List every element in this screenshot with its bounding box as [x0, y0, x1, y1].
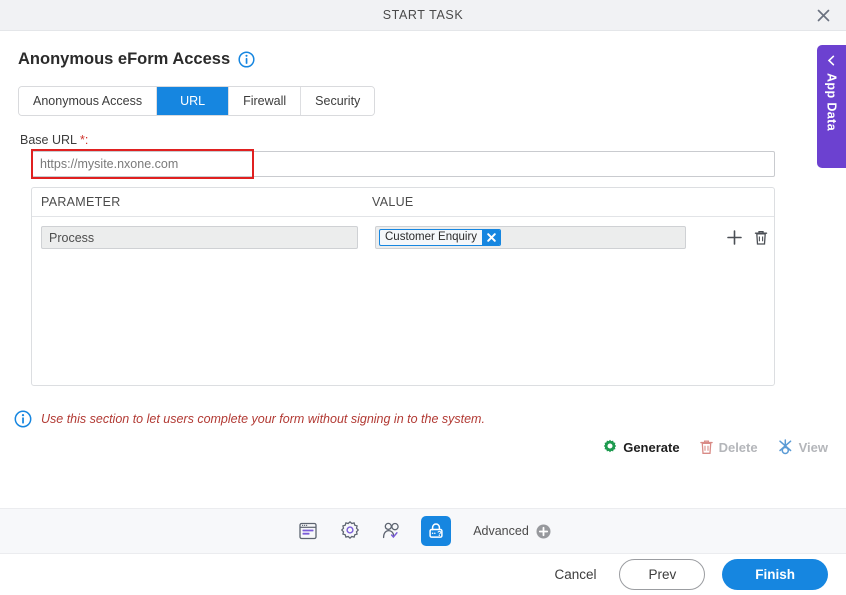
parameter-table-panel: PARAMETER VALUE Customer Enquiry — [31, 187, 775, 386]
base-url-input[interactable] — [32, 151, 775, 177]
delete-label: Delete — [718, 439, 758, 455]
trash-icon[interactable] — [753, 229, 769, 246]
dialog-title: START TASK — [382, 8, 464, 22]
app-data-label: App Data — [824, 73, 839, 132]
svg-text:?: ? — [437, 529, 442, 538]
value-chip-label: Customer Enquiry — [385, 230, 478, 243]
tab-url[interactable]: URL — [157, 87, 230, 115]
tab-strip: Anonymous Access URL Firewall Security — [18, 86, 376, 116]
gear-icon[interactable] — [337, 518, 363, 544]
prev-button[interactable]: Prev — [619, 559, 706, 590]
base-url-label-text: Base URL — [20, 133, 77, 147]
tab-security[interactable]: Security — [301, 87, 375, 115]
info-circle-icon[interactable] — [238, 51, 255, 68]
close-icon[interactable] — [810, 2, 836, 28]
view-button[interactable]: View — [777, 439, 828, 455]
user-check-icon[interactable] — [379, 518, 405, 544]
info-note: Use this section to let users complete y… — [14, 410, 846, 428]
chevron-left-icon — [825, 54, 838, 67]
advanced-label: Advanced — [473, 524, 529, 538]
advanced-toggle[interactable]: Advanced — [473, 524, 551, 539]
column-header-value: VALUE — [372, 195, 414, 209]
parameter-name-input[interactable] — [41, 226, 358, 249]
generate-button[interactable]: Generate — [602, 439, 680, 455]
dialog-titlebar: START TASK — [0, 0, 846, 31]
lock-question-icon[interactable]: ? — [421, 516, 452, 546]
bottom-toolbar: ? Advanced — [0, 508, 846, 554]
tab-anonymous-access[interactable]: Anonymous Access — [19, 87, 158, 115]
section-header: Anonymous eForm Access — [0, 31, 846, 69]
generate-label: Generate — [623, 439, 680, 455]
dialog-footer: Cancel Prev Finish — [0, 554, 846, 595]
page-title: Anonymous eForm Access — [18, 50, 231, 68]
plus-icon[interactable] — [726, 229, 743, 246]
trash-icon — [699, 439, 714, 455]
view-label: View — [798, 439, 828, 455]
parameter-value-field[interactable]: Customer Enquiry — [375, 226, 686, 249]
form-icon[interactable] — [295, 518, 321, 544]
parameter-table-header: PARAMETER VALUE — [32, 188, 774, 217]
info-circle-icon — [14, 410, 32, 428]
app-data-panel-tab[interactable]: App Data — [817, 45, 846, 168]
row-action-group — [726, 229, 769, 246]
column-header-parameter: PARAMETER — [41, 195, 121, 209]
finish-button[interactable]: Finish — [722, 559, 828, 590]
base-url-field-wrapper — [31, 149, 775, 179]
delete-button[interactable]: Delete — [699, 439, 758, 455]
action-link-group: Generate Delete View — [0, 439, 828, 455]
required-marker: *: — [80, 133, 89, 147]
cancel-button[interactable]: Cancel — [548, 563, 602, 586]
view-icon — [777, 439, 794, 455]
base-url-label: Base URL *: — [20, 133, 846, 147]
info-note-text: Use this section to let users complete y… — [41, 412, 485, 426]
table-row: Customer Enquiry — [32, 217, 774, 249]
gear-icon — [602, 439, 618, 455]
chip-remove-close-icon[interactable] — [482, 230, 501, 245]
value-chip: Customer Enquiry — [379, 229, 502, 246]
tab-firewall[interactable]: Firewall — [229, 87, 302, 115]
dialog-body: Anonymous eForm Access Anonymous Access … — [0, 31, 846, 495]
plus-circle-icon — [536, 524, 551, 539]
